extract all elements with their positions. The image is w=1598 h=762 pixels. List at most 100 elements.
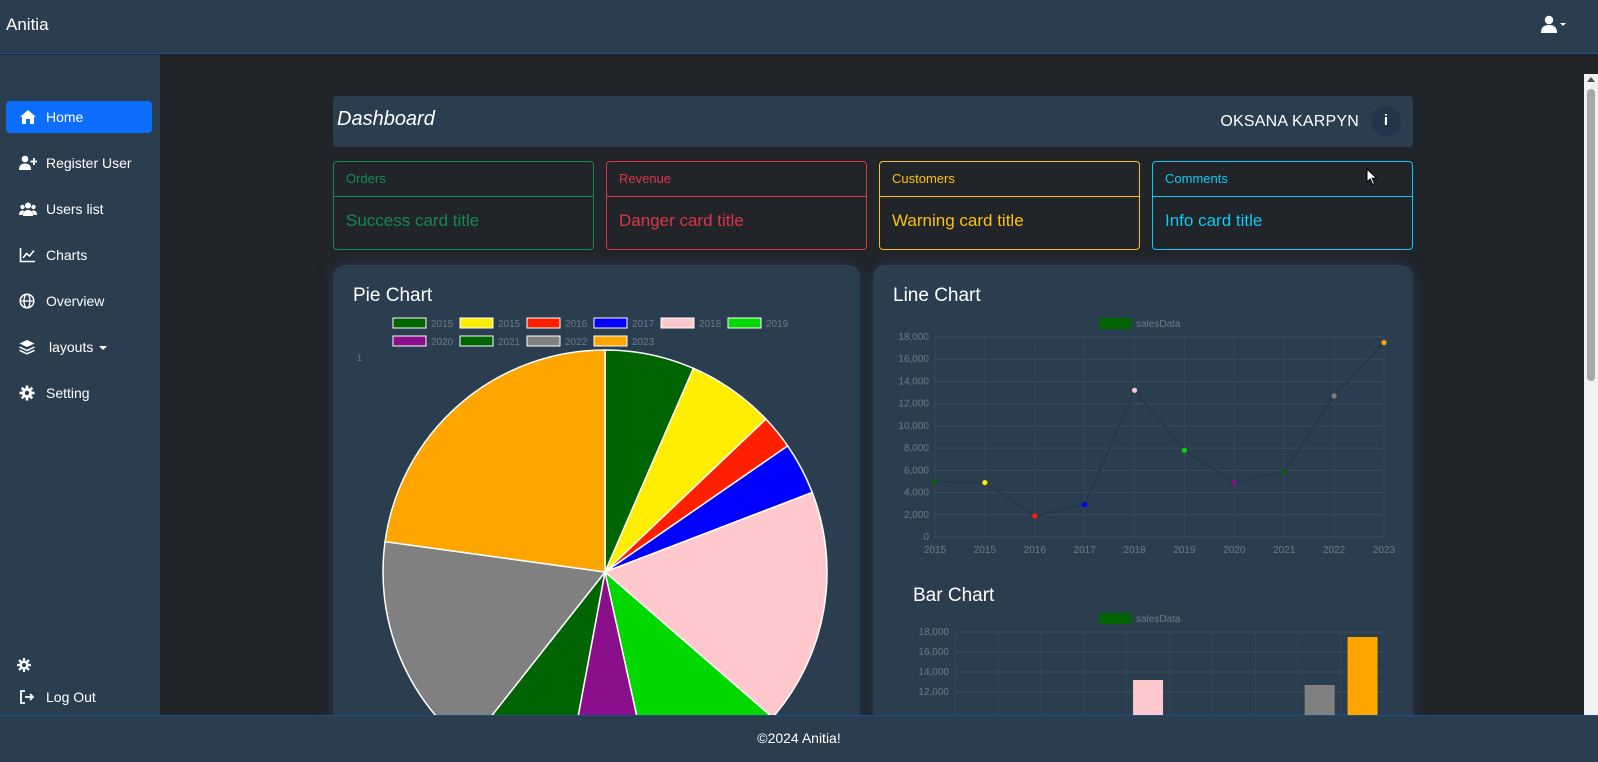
top-navbar: Anitia xyxy=(0,0,1598,54)
pie-chart-panel: Pie Chart 2015 2015 2016 2017 2018 2019 2020 20… xyxy=(333,265,860,735)
y-tick-label: 14,000 xyxy=(898,376,929,387)
series-line xyxy=(934,341,1385,517)
legend-label: 2020 xyxy=(431,337,454,348)
customers-card: Customers Warning card title xyxy=(879,161,1140,250)
user-icon xyxy=(1541,15,1566,33)
x-tick-label: 2023 xyxy=(1373,545,1396,556)
scrollbar[interactable] xyxy=(1584,74,1598,715)
mouse-cursor-icon xyxy=(1366,168,1378,186)
legend-label: 2022 xyxy=(565,337,588,348)
legend-swatch xyxy=(593,317,628,329)
globe-icon xyxy=(19,293,35,309)
logout-label: Log Out xyxy=(46,689,96,705)
y-tick-label: 4,000 xyxy=(904,488,929,499)
y-tick-label: 10,000 xyxy=(898,421,929,432)
legend-swatch xyxy=(459,335,494,347)
data-point xyxy=(1381,339,1387,346)
legend-label: 2015 xyxy=(431,319,454,330)
data-point xyxy=(1331,393,1337,399)
data-point xyxy=(1032,513,1038,519)
x-tick-label: 2017 xyxy=(1074,545,1097,556)
user-plus-icon xyxy=(19,155,37,170)
card-title: Danger card title xyxy=(619,211,744,230)
sidebar-item-users-list[interactable]: Users list xyxy=(6,193,152,225)
sidebar-item-label: Register User xyxy=(46,155,132,171)
y-tick-label: 6,000 xyxy=(904,465,929,476)
sidebar: Home Register User Users list Charts Ove… xyxy=(0,55,160,715)
sidebar-item-layouts[interactable]: layouts xyxy=(6,331,152,363)
axis-tick: 1 xyxy=(357,353,362,363)
legend-label: salesData xyxy=(1136,319,1181,330)
y-tick-label: 16,000 xyxy=(918,647,949,658)
settings-gear-icon[interactable] xyxy=(16,657,32,673)
legend-swatch xyxy=(526,335,561,347)
logout-button[interactable]: Log Out xyxy=(6,681,152,713)
x-tick-label: 2022 xyxy=(1323,545,1346,556)
dashboard-header: Dashboard OKSANA KARPYN i xyxy=(333,96,1413,147)
legend-swatch xyxy=(593,335,628,347)
x-tick-label: 2018 xyxy=(1123,545,1146,556)
scroll-up-arrow-icon[interactable] xyxy=(1587,77,1595,82)
legend-swatch xyxy=(727,317,762,329)
x-tick-label: 2019 xyxy=(1173,545,1196,556)
sidebar-item-label: Overview xyxy=(46,293,105,309)
card-title: Warning card title xyxy=(892,211,1024,230)
app-brand[interactable]: Anitia xyxy=(6,15,49,35)
legend-swatch xyxy=(1099,318,1131,329)
y-tick-label: 0 xyxy=(923,532,929,543)
info-button[interactable]: i xyxy=(1371,106,1401,136)
data-point xyxy=(1231,479,1237,486)
sidebar-item-setting[interactable]: Setting xyxy=(6,377,152,409)
gear-icon xyxy=(19,385,35,401)
y-tick-label: 12,000 xyxy=(898,399,929,410)
x-tick-label: 2015 xyxy=(974,545,997,556)
y-tick-label: 16,000 xyxy=(898,354,929,365)
sidebar-item-label: Users list xyxy=(46,201,104,217)
data-point xyxy=(932,478,938,485)
page-title: Dashboard xyxy=(337,108,435,130)
data-point xyxy=(1181,447,1188,453)
legend-swatch xyxy=(392,317,427,329)
sidebar-item-home[interactable]: Home xyxy=(6,101,152,133)
y-tick-label: 2,000 xyxy=(904,510,929,521)
sidebar-item-overview[interactable]: Overview xyxy=(6,285,152,317)
legend-label: 2021 xyxy=(498,337,521,348)
x-tick-label: 2015 xyxy=(924,545,947,556)
sidebar-item-label: Charts xyxy=(46,247,88,263)
line-bar-chart-panel: Line Chart salesData 0 2,000 4,000 6,000 8,00… xyxy=(873,265,1413,735)
sidebar-item-charts[interactable]: Charts xyxy=(6,239,152,271)
y-tick-label: 18,000 xyxy=(898,332,929,343)
card-header: Customers xyxy=(880,162,1139,197)
legend-label: 2023 xyxy=(632,337,655,348)
sidebar-item-label: Home xyxy=(46,109,84,125)
footer: ©2024 Anitia! xyxy=(0,715,1598,762)
data-point xyxy=(1082,502,1088,508)
sidebar-item-label: layouts xyxy=(49,339,108,355)
y-tick-label: 8,000 xyxy=(904,443,929,454)
sidebar-item-label: Setting xyxy=(46,385,90,401)
revenue-card: Revenue Danger card title xyxy=(606,161,867,250)
bar-chart: salesData 12,000 14,000 16,000 18,000 xyxy=(918,613,1384,735)
data-point xyxy=(1131,387,1138,393)
scroll-thumb[interactable] xyxy=(1587,89,1595,381)
legend-swatch xyxy=(1099,613,1131,624)
legend-label: 2017 xyxy=(632,319,655,330)
user-menu-toggle[interactable] xyxy=(1540,15,1568,35)
data-point xyxy=(982,479,988,486)
sign-out-icon xyxy=(20,690,35,704)
orders-card: Orders Success card title xyxy=(333,161,594,250)
legend-swatch xyxy=(660,317,695,329)
card-header: Revenue xyxy=(607,162,866,197)
y-tick-label: 12,000 xyxy=(918,687,949,698)
x-tick-label: 2020 xyxy=(1223,545,1246,556)
footer-text: ©2024 Anitia! xyxy=(757,730,841,746)
legend-label: 2016 xyxy=(565,319,588,330)
x-tick-label: 2021 xyxy=(1273,545,1296,556)
card-title: Info card title xyxy=(1165,211,1263,230)
user-name: OKSANA KARPYN xyxy=(1220,113,1359,130)
legend-label: 2018 xyxy=(699,319,722,330)
legend-label: 2019 xyxy=(766,319,789,330)
sidebar-item-register-user[interactable]: Register User xyxy=(6,147,152,179)
x-tick-label: 2016 xyxy=(1024,545,1047,556)
card-title: Success card title xyxy=(346,211,480,230)
